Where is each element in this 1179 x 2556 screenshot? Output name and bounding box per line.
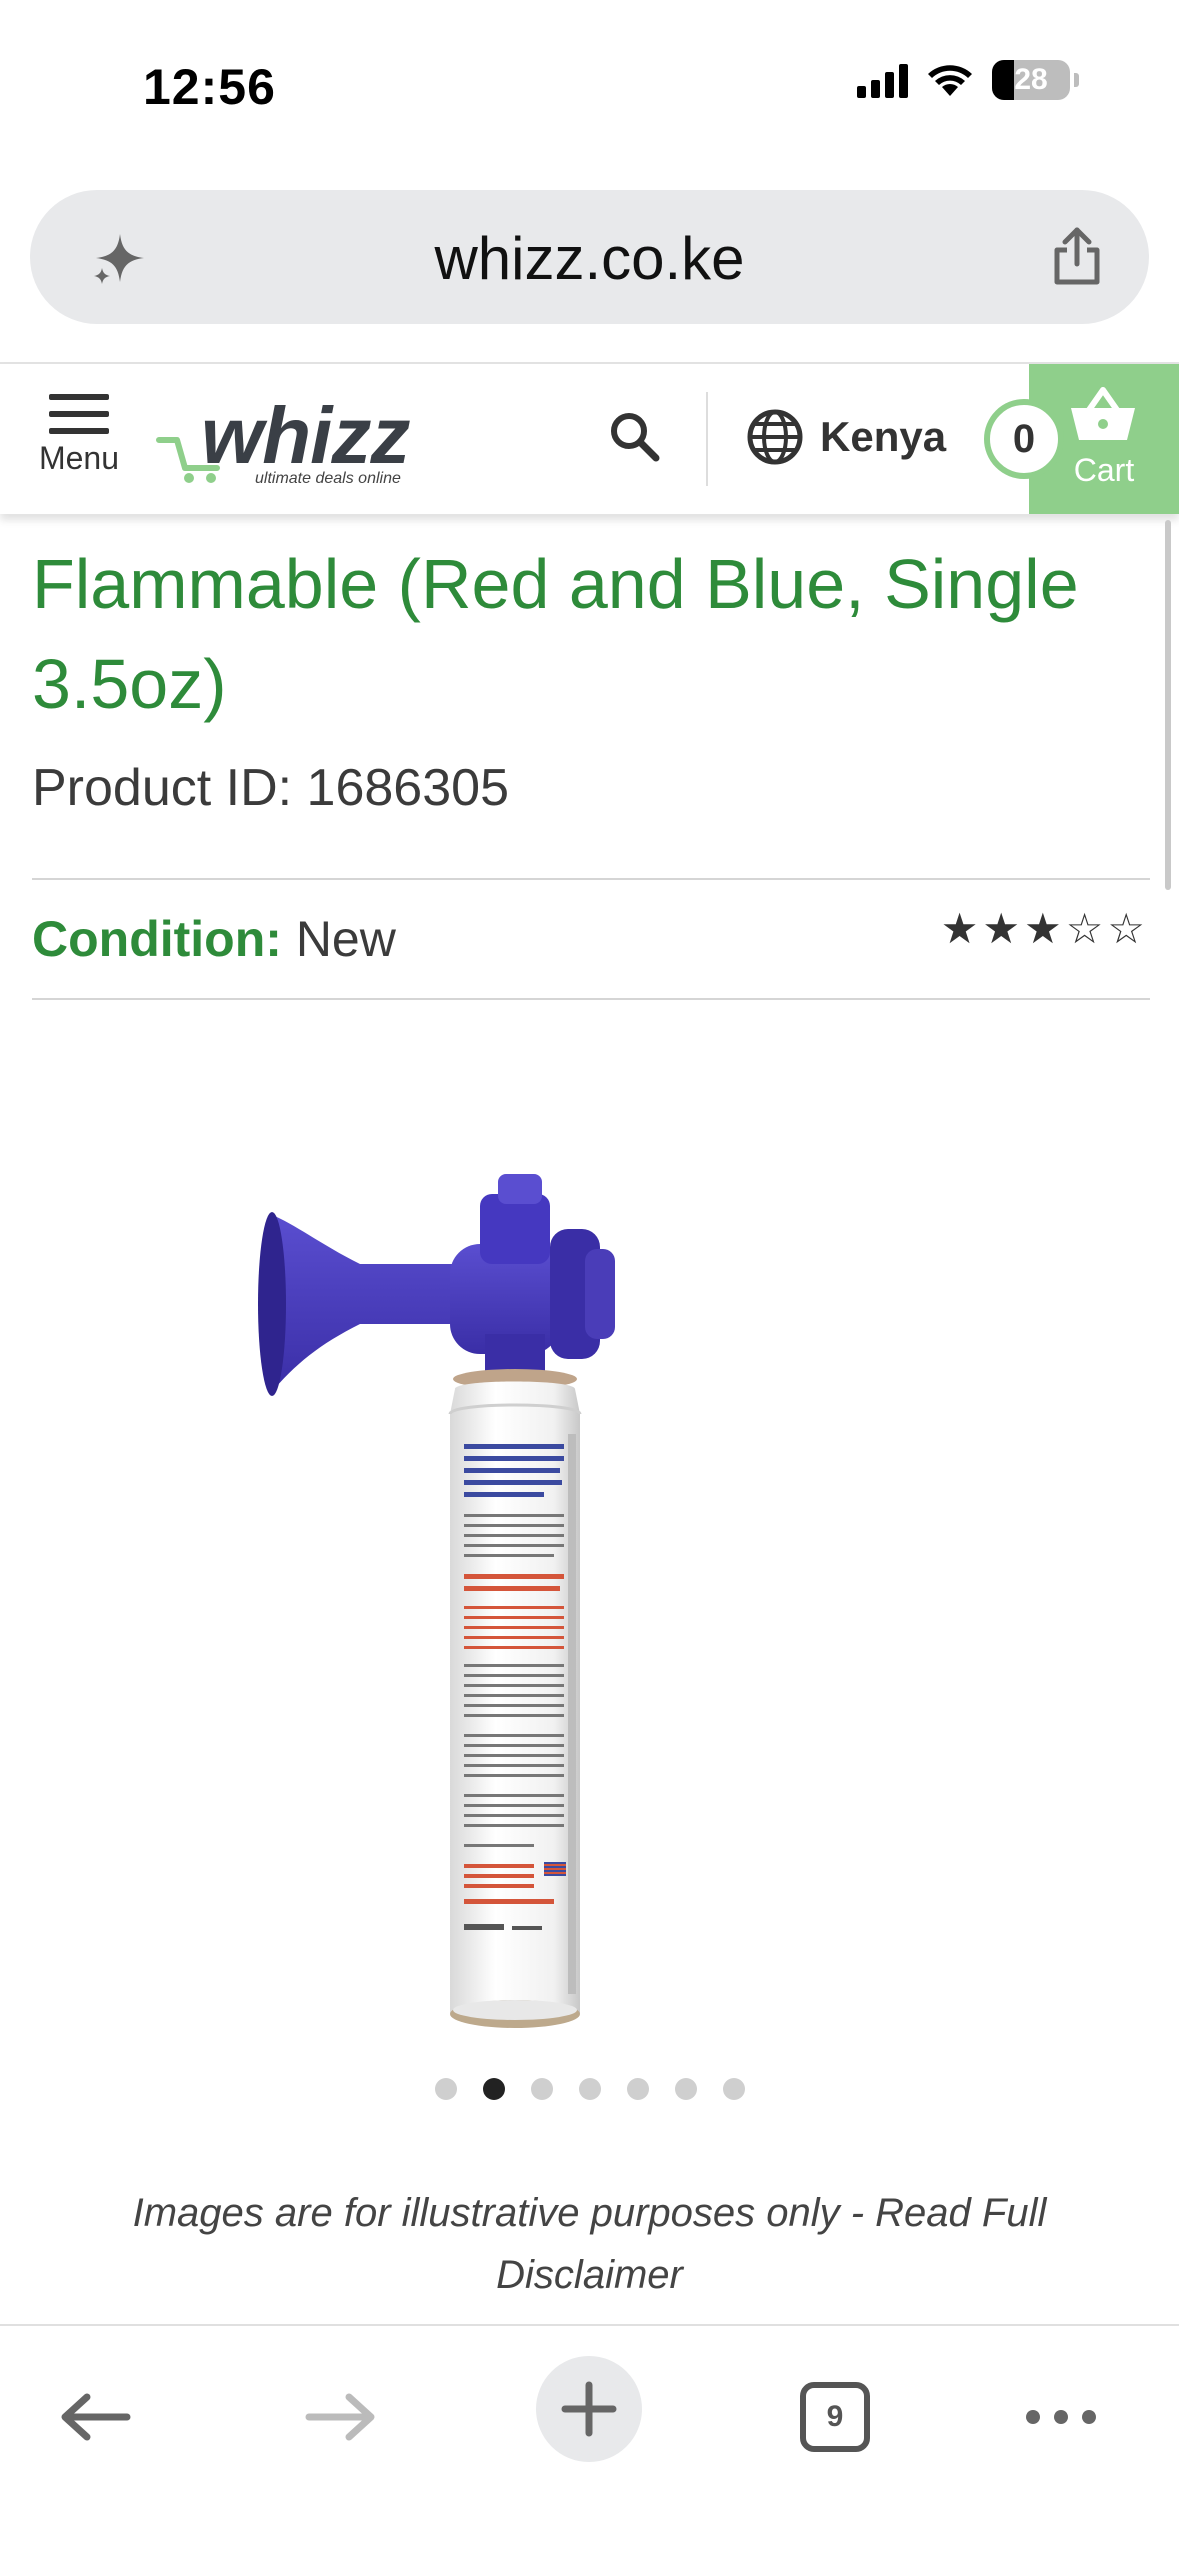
hamburger-icon	[49, 394, 109, 434]
globe-icon	[747, 409, 803, 465]
header-separator	[706, 392, 708, 486]
product-image[interactable]	[250, 1174, 770, 2054]
carousel-dot[interactable]	[626, 2078, 649, 2100]
back-button[interactable]	[50, 2372, 140, 2462]
disclaimer-text[interactable]: Images are for illustrative purposes onl…	[50, 2182, 1129, 2306]
logo-tagline: ultimate deals online	[255, 470, 401, 487]
scrollbar[interactable]	[1165, 520, 1171, 890]
star-empty-icon: ☆	[1065, 905, 1108, 952]
address-bar[interactable]: whizz.co.ke	[30, 190, 1149, 324]
divider	[32, 878, 1150, 880]
logo-word: whizz	[201, 391, 410, 480]
search-icon[interactable]	[604, 406, 664, 466]
carousel-dot[interactable]	[722, 2078, 745, 2100]
status-bar: 12:56 28	[0, 0, 1179, 170]
more-button[interactable]	[1016, 2372, 1106, 2462]
star-empty-icon: ☆	[1107, 905, 1149, 952]
carousel-dot[interactable]	[434, 2078, 457, 2100]
carousel-dot[interactable]	[578, 2078, 601, 2100]
condition-value: New	[295, 911, 396, 967]
product-title: Flammable (Red and Blue, Single 3.5oz)	[32, 545, 1079, 723]
share-icon[interactable]	[1045, 224, 1109, 288]
url-text[interactable]: whizz.co.ke	[30, 224, 1149, 293]
tab-count: 9	[800, 2382, 870, 2452]
product-id: Product ID: 1686305	[32, 759, 509, 817]
status-icons: 28	[857, 60, 1079, 100]
arrow-right-icon	[305, 2393, 375, 2441]
menu-label: Menu	[38, 440, 120, 476]
battery-icon: 28	[992, 60, 1070, 100]
site-header: Menu whizz ultimate deals online Kenya 0…	[0, 364, 1179, 514]
new-tab-button[interactable]	[536, 2356, 642, 2462]
whizz-logo[interactable]: whizz ultimate deals online	[155, 390, 415, 490]
more-dots-icon	[1026, 2410, 1096, 2424]
country-label: Kenya	[820, 413, 947, 460]
condition-label: Condition:	[32, 911, 282, 967]
image-carousel-dots[interactable]	[0, 2078, 1179, 2100]
wifi-icon	[928, 65, 972, 96]
plus-icon	[561, 2381, 617, 2437]
arrow-left-icon	[61, 2393, 131, 2441]
carousel-dot[interactable]	[530, 2078, 553, 2100]
tabs-button[interactable]: 9	[790, 2372, 880, 2462]
divider	[32, 998, 1150, 1000]
rating-stars[interactable]: ★★★☆☆	[941, 904, 1149, 953]
cellular-signal-icon	[857, 62, 908, 98]
cart-count-badge[interactable]: 0	[984, 399, 1064, 479]
condition: Condition: New	[32, 910, 396, 968]
browser-toolbar: 9	[0, 2324, 1179, 2556]
country-selector[interactable]: Kenya	[746, 408, 946, 466]
product-content: Flammable (Red and Blue, Single 3.5oz) P…	[0, 514, 1179, 2324]
star-filled-icon: ★	[982, 905, 1025, 952]
battery-level: 28	[1014, 63, 1048, 96]
status-time: 12:56	[143, 59, 276, 115]
forward-button[interactable]	[296, 2372, 386, 2462]
battery-cap	[1074, 73, 1079, 87]
carousel-dot[interactable]	[674, 2078, 697, 2100]
carousel-dot[interactable]	[482, 2078, 505, 2100]
basket-icon[interactable]	[1067, 384, 1139, 444]
star-filled-icon: ★	[940, 905, 983, 952]
menu-button[interactable]: Menu	[34, 394, 124, 477]
star-filled-icon: ★	[1024, 905, 1066, 952]
